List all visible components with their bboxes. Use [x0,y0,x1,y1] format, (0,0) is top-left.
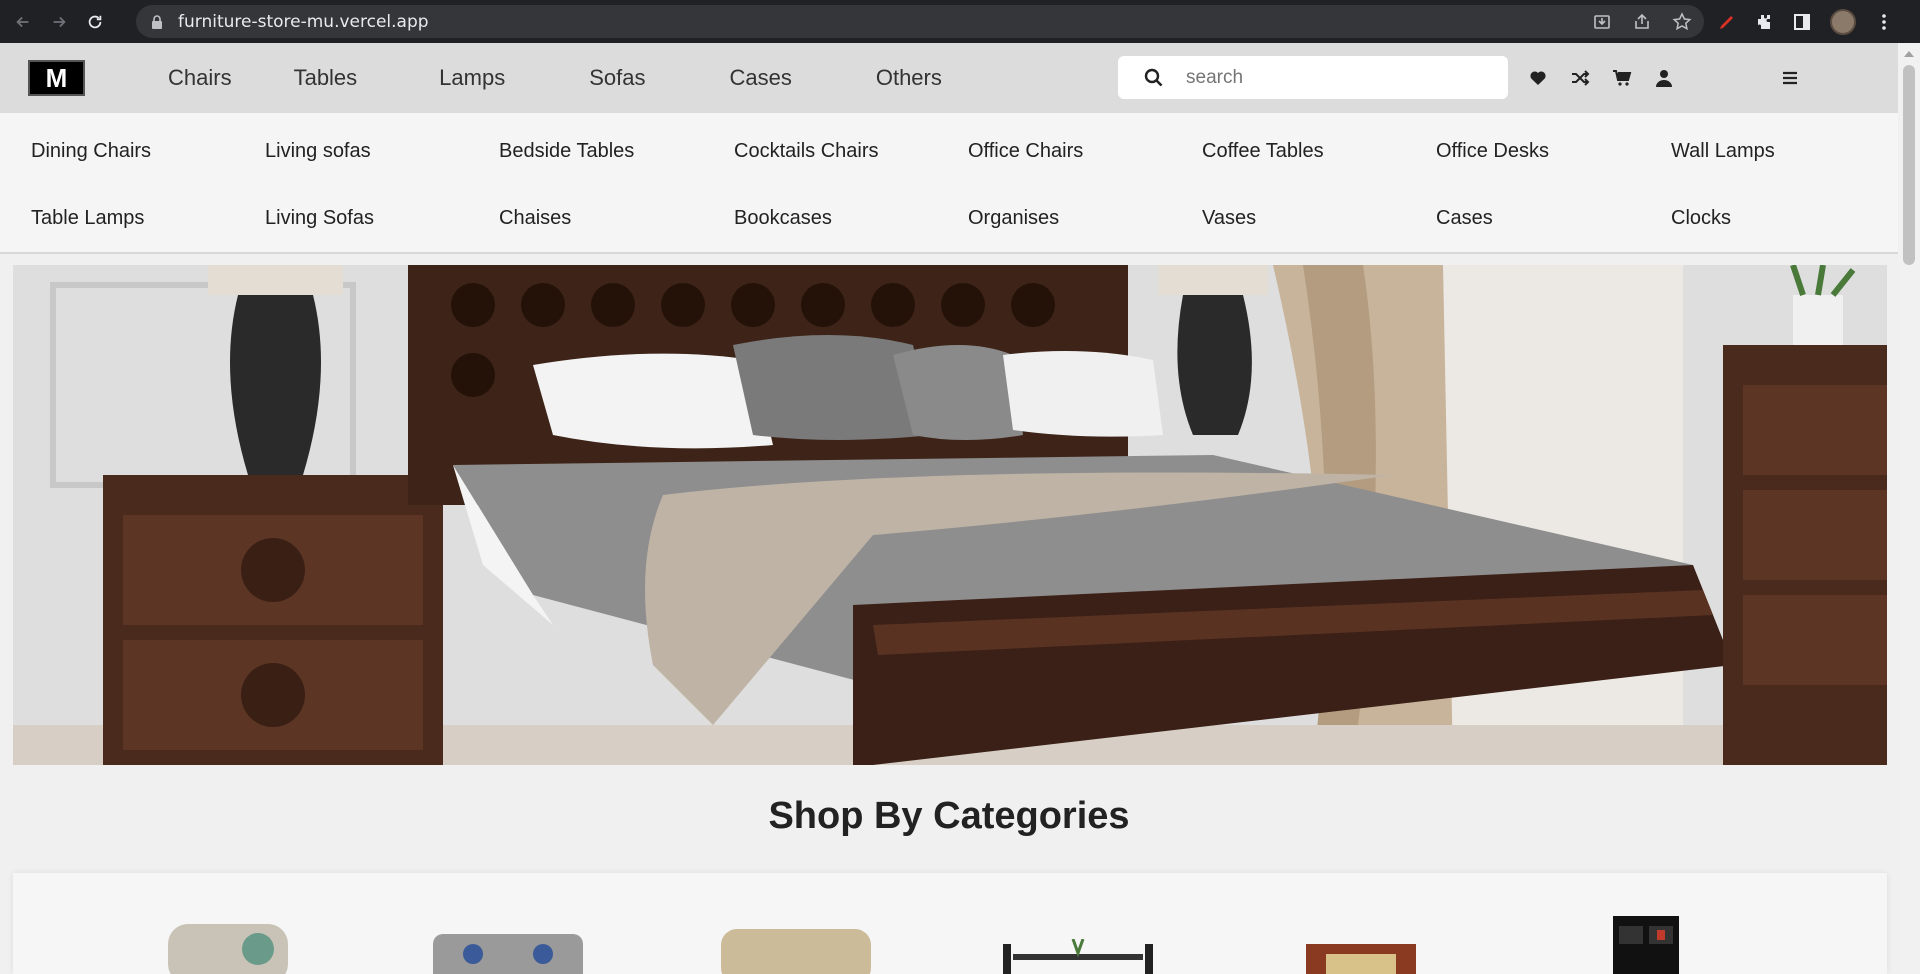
categories-heading: Shop By Categories [768,795,1130,837]
hero-banner-image [13,265,1887,765]
back-icon[interactable] [10,9,36,35]
submenu-vases[interactable]: Vases [1202,207,1256,230]
category-sofa-grey-image[interactable] [433,934,583,974]
reload-icon[interactable] [82,9,108,35]
submenu-dining-chairs[interactable]: Dining Chairs [31,140,151,163]
browser-toolbar: furniture-store-mu.vercel.app [0,0,1920,43]
submenu-cocktails-chairs[interactable]: Cocktails Chairs [734,140,878,163]
nav-others[interactable]: Others [876,65,942,91]
category-bed-image[interactable] [1306,944,1416,974]
side-panel-icon[interactable] [1792,12,1812,32]
extensions-puzzle-icon[interactable] [1754,12,1774,32]
submenu-living-sofas[interactable]: Living sofas [265,140,371,163]
submenu-coffee-tables[interactable]: Coffee Tables [1202,140,1324,163]
cart-icon[interactable] [1612,68,1632,88]
submenu-cases[interactable]: Cases [1436,207,1493,230]
submenu-clocks[interactable]: Clocks [1671,207,1731,230]
pen-extension-icon[interactable] [1716,12,1736,32]
forward-icon[interactable] [46,9,72,35]
submenu-organises[interactable]: Organises [968,207,1059,230]
main-nav: Chairs Tables Lamps Sofas Cases Others [168,43,942,113]
category-submenu: Dining Chairs Living sofas Bedside Table… [0,113,1898,254]
submenu-living-sofas-2[interactable]: Living Sofas [265,207,374,230]
category-bookcase-image[interactable] [1613,916,1679,974]
search-input[interactable] [1186,66,1476,89]
submenu-office-desks[interactable]: Office Desks [1436,140,1549,163]
bookmark-star-icon[interactable] [1672,11,1692,32]
search-box [1118,56,1508,99]
url-text: furniture-store-mu.vercel.app [178,11,429,32]
scroll-up-arrow-icon[interactable] [1904,51,1914,57]
site-logo[interactable]: M [28,60,85,96]
category-armchair-image[interactable] [163,914,293,974]
menu-toggle[interactable] [1780,68,1800,93]
submenu-chaises[interactable]: Chaises [499,207,571,230]
submenu-office-chairs[interactable]: Office Chairs [968,140,1083,163]
nav-cases[interactable]: Cases [729,65,791,91]
wishlist-heart-icon[interactable] [1528,68,1548,88]
nav-lamps[interactable]: Lamps [439,65,505,91]
hamburger-icon [1783,71,1797,85]
install-app-icon[interactable] [1592,12,1612,32]
share-icon[interactable] [1632,12,1652,32]
submenu-wall-lamps[interactable]: Wall Lamps [1671,140,1775,163]
site-header: M Chairs Tables Lamps Sofas Cases Others [0,43,1898,113]
category-dining-set-image[interactable] [1003,939,1153,974]
browser-menu-icon[interactable] [1874,12,1894,32]
user-account-icon[interactable] [1654,68,1674,88]
nav-chairs[interactable]: Chairs [168,65,232,91]
categories-carousel [13,873,1887,974]
submenu-bookcases[interactable]: Bookcases [734,207,832,230]
scrollbar-thumb[interactable] [1903,65,1915,265]
nav-sofas[interactable]: Sofas [589,65,645,91]
submenu-table-lamps[interactable]: Table Lamps [31,207,144,230]
search-icon[interactable] [1144,68,1164,88]
nav-tables[interactable]: Tables [294,65,358,91]
compare-shuffle-icon[interactable] [1570,68,1590,88]
page-scrollbar[interactable] [1898,43,1920,974]
submenu-bedside-tables[interactable]: Bedside Tables [499,140,634,163]
lock-icon [152,14,162,29]
profile-avatar[interactable] [1830,8,1856,35]
address-bar[interactable]: furniture-store-mu.vercel.app [136,5,1704,38]
category-recliner-sofa-image[interactable] [721,929,871,974]
